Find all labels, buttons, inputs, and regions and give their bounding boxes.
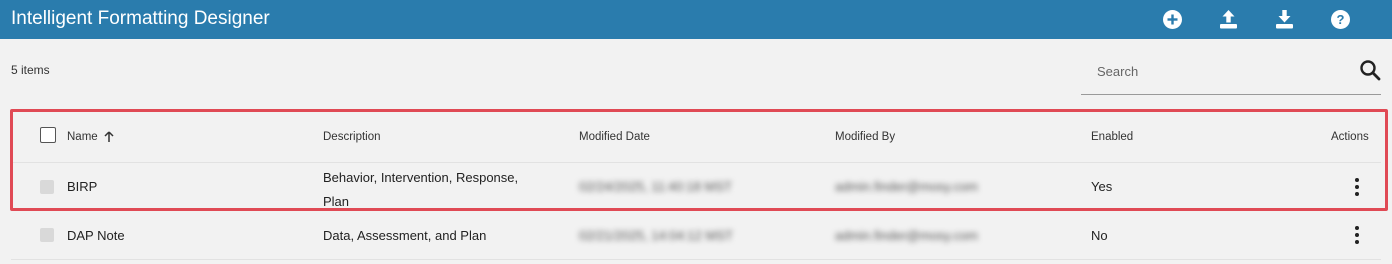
- row-enabled: Yes: [1091, 179, 1113, 194]
- column-header-modified-date[interactable]: Modified Date: [579, 112, 650, 162]
- row-actions-menu-icon[interactable]: [1352, 224, 1362, 246]
- row-actions-menu-icon[interactable]: [1352, 176, 1362, 198]
- column-header-enabled[interactable]: Enabled: [1091, 112, 1133, 162]
- upload-icon[interactable]: [1218, 9, 1239, 30]
- row-modified-date: 02/24/2025, 11:40:18 MST: [579, 179, 732, 194]
- row-description-line: Behavior, Intervention, Response,: [323, 170, 519, 185]
- column-header-name[interactable]: Name: [67, 112, 114, 162]
- help-icon[interactable]: ?: [1330, 9, 1351, 30]
- sort-ascending-icon: [104, 131, 114, 142]
- column-header-modified-by[interactable]: Modified By: [835, 112, 895, 162]
- page-title: Intelligent Formatting Designer: [11, 8, 270, 29]
- column-header-actions: Actions: [1331, 131, 1369, 143]
- search-input[interactable]: [1081, 54, 1359, 88]
- add-icon[interactable]: [1162, 9, 1183, 30]
- row-modified-by: admin.finder@mosy.com: [835, 179, 978, 194]
- table-row[interactable]: DAP Note Data, Assessment, and Plan 02/2…: [11, 211, 1381, 260]
- column-label-name: Name: [67, 131, 98, 143]
- row-checkbox[interactable]: [40, 228, 54, 242]
- svg-text:?: ?: [1337, 12, 1345, 27]
- search-icon[interactable]: [1359, 59, 1381, 81]
- search-box: [1081, 54, 1381, 95]
- item-count: 5 items: [11, 63, 50, 77]
- row-modified-date: 02/21/2025, 14:04:12 MST: [579, 227, 733, 243]
- app-header: Intelligent Formatting Designer ?: [0, 0, 1392, 39]
- row-name: DAP Note: [67, 227, 125, 243]
- table-row[interactable]: BIRP Behavior, Intervention, Response, P…: [11, 163, 1381, 211]
- table-header-row: Name Description Modified Date Modified …: [11, 112, 1381, 163]
- row-modified-by: admin.finder@mosy.com: [835, 227, 978, 243]
- row-description: Data, Assessment, and Plan: [323, 227, 487, 243]
- download-icon[interactable]: [1274, 9, 1295, 30]
- row-description: Behavior, Intervention, Response, Plan: [323, 166, 518, 214]
- row-checkbox[interactable]: [40, 180, 54, 194]
- row-enabled: No: [1091, 227, 1108, 243]
- select-all-checkbox[interactable]: [40, 127, 56, 143]
- row-name: BIRP: [67, 179, 98, 194]
- column-header-description[interactable]: Description: [323, 112, 381, 162]
